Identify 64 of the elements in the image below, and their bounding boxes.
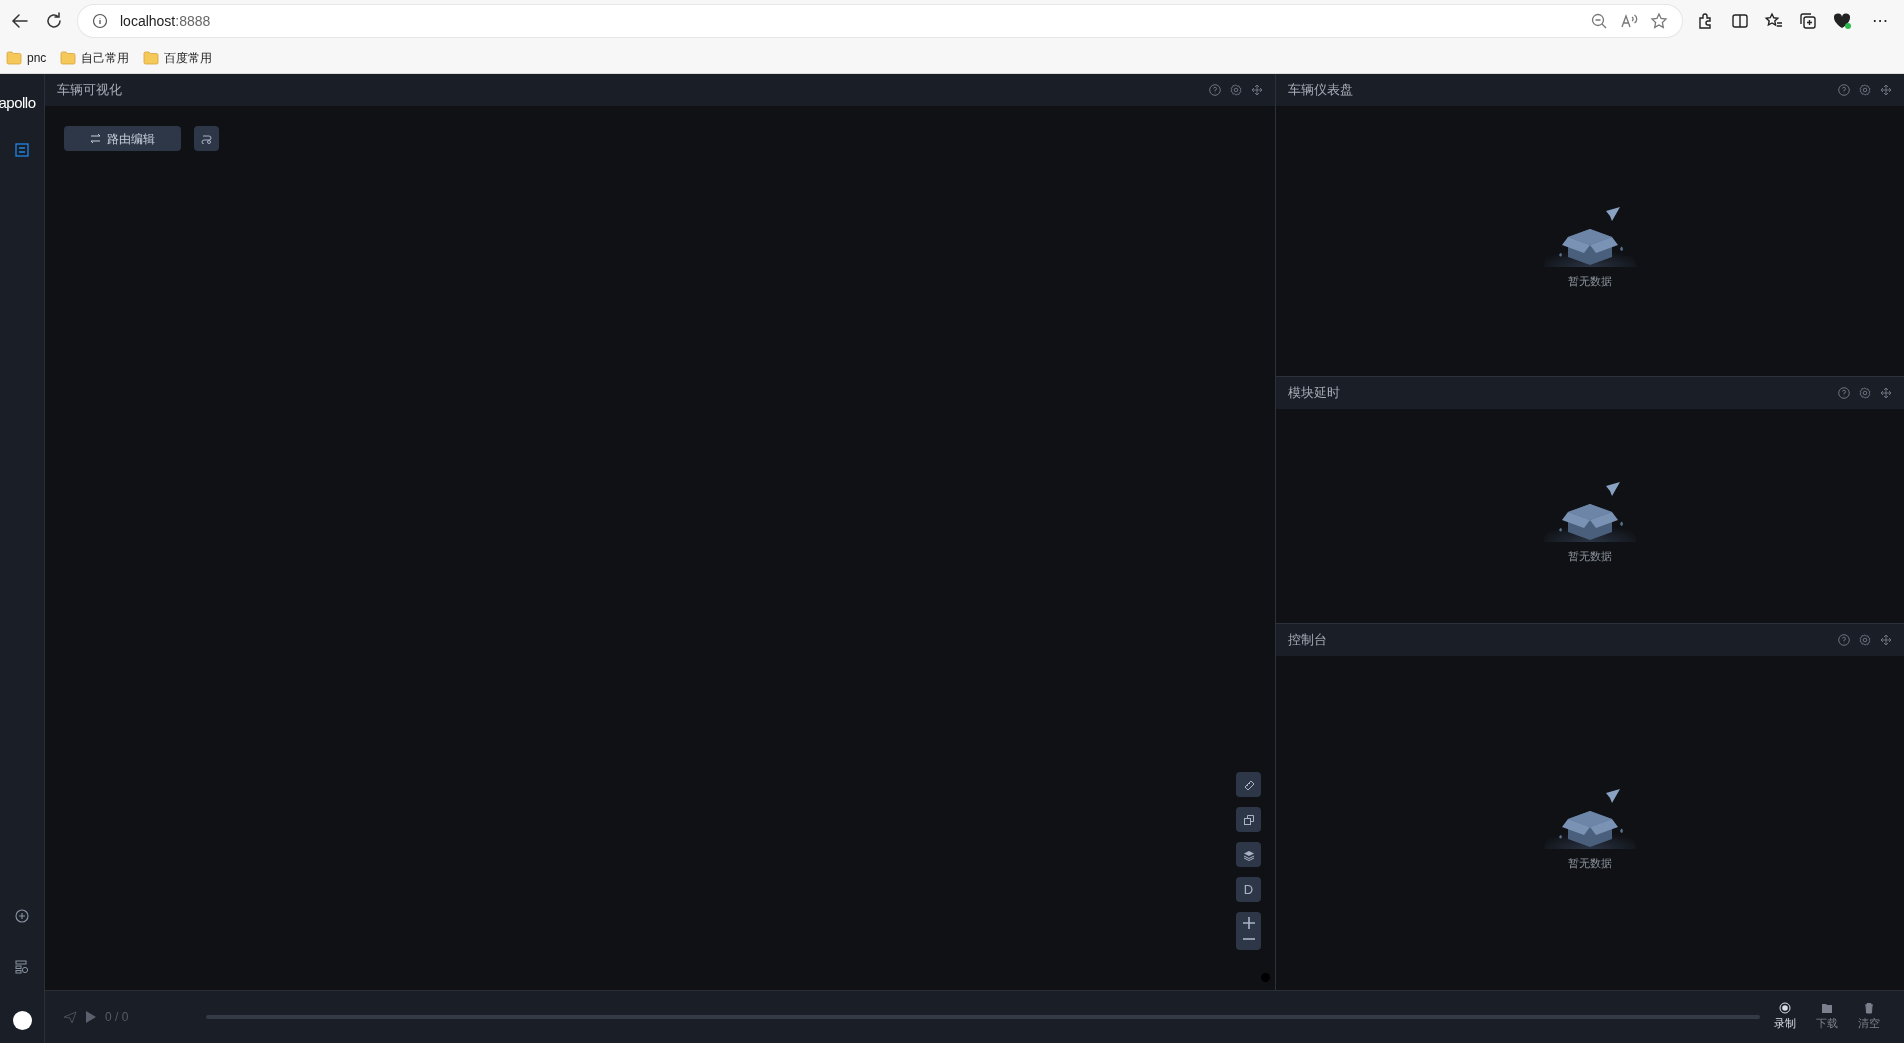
empty-message: 暂无数据 [1568,548,1612,564]
url-text: localhost:8888 [120,11,211,31]
collections-icon[interactable] [1798,11,1818,31]
panel-list-icon[interactable] [15,142,29,157]
empty-message: 暂无数据 [1568,855,1612,871]
play-icon[interactable] [85,1010,97,1024]
panel-title: 控制台 [1288,631,1327,650]
read-aloud-icon[interactable] [1620,12,1638,30]
route-icon [201,133,212,144]
panel-title: 模块延时 [1288,384,1340,403]
layers-icon [1242,848,1255,861]
download-icon [1821,1002,1833,1015]
zoom-in-button[interactable] [1241,916,1256,930]
empty-box-icon [1544,479,1636,542]
folder-icon [60,50,77,65]
settings-icon[interactable] [1859,84,1871,96]
info-icon [92,13,108,29]
help-icon[interactable] [1209,84,1221,96]
panel-title: 车辆仪表盘 [1288,81,1353,100]
bookmark[interactable]: 自己常用 [60,48,130,67]
move-icon[interactable] [1880,84,1892,96]
heart-icon[interactable] [1832,11,1852,31]
record-button[interactable]: 录制 [1768,1002,1802,1032]
bookmark[interactable]: 百度常用 [143,48,213,67]
plus-icon [1241,916,1256,930]
move-icon[interactable] [1880,387,1892,399]
address-bar[interactable]: localhost:8888 [78,5,1682,37]
record-icon [1779,1002,1791,1015]
copy-icon [1242,813,1255,826]
bookmark[interactable]: pnc [6,48,47,67]
layers-button[interactable] [1236,842,1261,867]
logo: apollo [0,93,36,113]
panel-title: 车辆可视化 [57,81,122,100]
help-icon[interactable] [1838,84,1850,96]
swap-icon [90,133,101,144]
route-button[interactable] [194,126,219,151]
route-edit-button[interactable]: 路由编辑 [64,126,181,151]
move-icon[interactable] [1880,634,1892,646]
settings-icon[interactable] [1859,634,1871,646]
folder-icon [6,50,22,65]
zoom-out-icon[interactable] [1590,12,1608,30]
folder-icon [143,50,160,65]
avatar[interactable] [12,1011,32,1030]
add-icon[interactable] [15,909,29,923]
split-screen-icon[interactable] [1730,11,1750,31]
move-icon[interactable] [1251,84,1263,96]
more-button[interactable]: ⋯ [1866,9,1894,33]
star-icon[interactable] [1650,12,1668,30]
help-icon[interactable] [1838,634,1850,646]
view-mode-button[interactable]: D [1236,877,1261,902]
empty-box-icon [1544,786,1636,849]
reload-icon[interactable] [44,11,64,31]
settings-icon[interactable] [1230,84,1242,96]
settings-icon[interactable] [15,960,29,974]
frame-counter: 0 / 0 [105,1009,129,1026]
clear-icon [1863,1002,1875,1015]
empty-message: 暂无数据 [1568,273,1612,289]
copy-button[interactable] [1236,807,1261,832]
ruler-button[interactable] [1236,772,1261,797]
empty-box-icon [1544,204,1636,267]
settings-icon[interactable] [1859,387,1871,399]
help-icon[interactable] [1838,387,1850,399]
ruler-icon [1242,778,1255,791]
back-icon[interactable] [10,11,30,31]
